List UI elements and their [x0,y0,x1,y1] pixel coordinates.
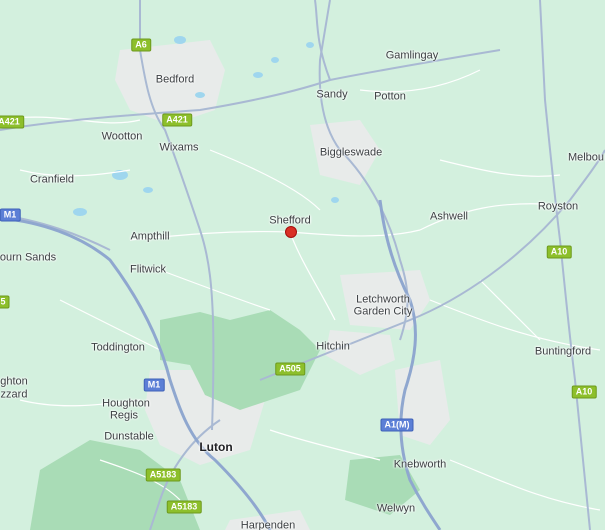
place-label-hitchin[interactable]: Hitchin [316,341,350,353]
place-label-wixams[interactable]: Wixams [159,142,198,154]
place-label-bedford[interactable]: Bedford [156,74,195,86]
place-label-harpenden[interactable]: Harpenden [241,520,295,530]
map-canvas[interactable]: Bedford Gamlingay Sandy Potton Wootton W… [0,0,605,530]
road-shield-a5[interactable]: 5 [0,295,10,309]
place-label-buzzard[interactable]: zzard [1,389,28,401]
place-label-houghton[interactable]: Houghton [102,398,150,410]
place-label-ashwell[interactable]: Ashwell [430,211,468,223]
road-shield-a421[interactable]: A421 [0,115,24,129]
place-label-toddington[interactable]: Toddington [91,342,145,354]
place-label-biggleswade[interactable]: Biggleswade [320,147,382,159]
road-shield-a5183[interactable]: A5183 [145,468,181,482]
place-label-leighton[interactable]: ghton [0,376,28,388]
place-label-melbou[interactable]: Melbou [568,152,604,164]
road-shield-a10[interactable]: A10 [571,385,597,399]
road-shield-m1[interactable]: M1 [143,378,165,392]
place-label-flitwick[interactable]: Flitwick [130,264,166,276]
place-label-potton[interactable]: Potton [374,91,406,103]
place-label-garden-city[interactable]: Garden City [354,306,413,318]
place-label-welwyn[interactable]: Welwyn [377,503,415,515]
place-label-woburn-sands[interactable]: ourn Sands [0,252,56,264]
road-shield-a505[interactable]: A505 [275,362,305,376]
location-pin-marker[interactable] [285,226,297,238]
place-label-cranfield[interactable]: Cranfield [30,174,74,186]
place-label-shefford[interactable]: Shefford [269,215,310,227]
road-shield-a421[interactable]: A421 [162,113,192,127]
place-label-gamlingay[interactable]: Gamlingay [386,50,439,62]
place-label-regis[interactable]: Regis [110,410,138,422]
road-shield-a5183[interactable]: A5183 [166,500,202,514]
place-label-knebworth[interactable]: Knebworth [394,459,447,471]
place-label-dunstable[interactable]: Dunstable [104,431,154,443]
road-shield-a1m[interactable]: A1(M) [380,418,414,432]
place-label-luton[interactable]: Luton [199,441,232,453]
place-label-royston[interactable]: Royston [538,201,578,213]
road-shield-m1[interactable]: M1 [0,208,21,222]
place-label-letchworth[interactable]: Letchworth [356,294,410,306]
place-label-ampthill[interactable]: Ampthill [130,231,169,243]
road-shield-a10[interactable]: A10 [546,245,572,259]
road-shield-a6[interactable]: A6 [131,38,151,52]
place-label-wootton[interactable]: Wootton [102,131,143,143]
place-label-sandy[interactable]: Sandy [316,89,347,101]
place-label-buntingford[interactable]: Buntingford [535,346,591,358]
map-base-layer [0,0,605,530]
